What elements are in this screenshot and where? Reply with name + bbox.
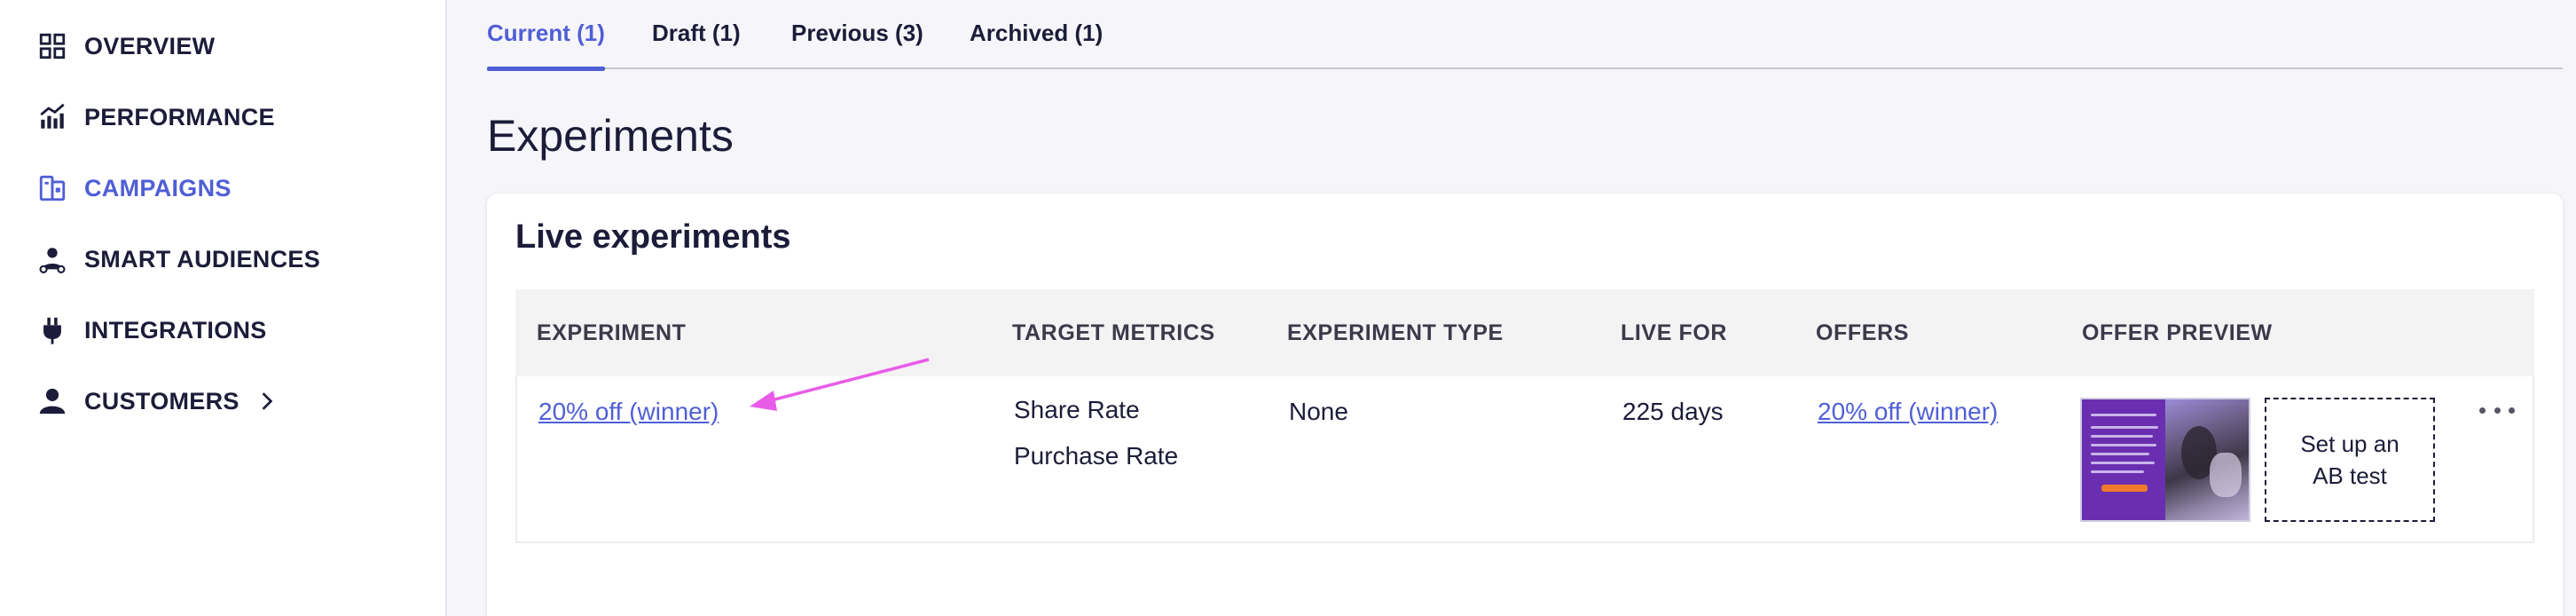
sidebar-item-label: INTEGRATIONS — [84, 316, 267, 344]
audience-icon — [35, 242, 69, 276]
offer-preview-text-panel — [2082, 399, 2165, 520]
page-title: Experiments — [487, 111, 734, 161]
experiment-link[interactable]: 20% off (winner) — [538, 398, 719, 426]
tab-bar: Current (1) Draft (1) Previous (3) Archi… — [487, 0, 2563, 71]
tab-current[interactable]: Current (1) — [487, 20, 605, 71]
table-row: 20% off (winner) Share Rate Purchase Rat… — [515, 376, 2534, 543]
chevron-right-icon — [259, 391, 275, 411]
tab-archived[interactable]: Archived (1) — [970, 20, 1103, 69]
tab-draft[interactable]: Draft (1) — [652, 20, 741, 69]
more-options-icon[interactable] — [2479, 399, 2515, 421]
plug-icon — [35, 313, 69, 347]
sidebar-item-overview[interactable]: OVERVIEW — [35, 20, 215, 73]
setup-ab-test-button[interactable]: Set up an AB test — [2265, 398, 2435, 522]
sidebar: OVERVIEW PERFORMANCE CAMPAIGNS SMART AUD… — [0, 0, 447, 616]
column-header-experiment: EXPERIMENT — [537, 320, 687, 345]
metric-share-rate: Share Rate — [1014, 396, 1140, 423]
column-header-target-metrics: TARGET METRICS — [1012, 320, 1215, 345]
sidebar-item-label: CAMPAIGNS — [84, 174, 232, 201]
tab-previous[interactable]: Previous (3) — [791, 20, 923, 69]
target-metrics-cell: Share Rate Purchase Rate — [1014, 387, 1178, 479]
sidebar-item-label: PERFORMANCE — [84, 103, 275, 130]
chart-icon — [35, 100, 69, 134]
sidebar-item-campaigns[interactable]: CAMPAIGNS — [35, 162, 232, 215]
offer-preview-thumbnail[interactable] — [2080, 398, 2250, 522]
column-header-live-for: LIVE FOR — [1621, 320, 1728, 345]
experiment-type-cell: None — [1289, 398, 1348, 425]
card-title: Live experiments — [515, 218, 791, 256]
table-header: EXPERIMENT TARGET METRICS EXPERIMENT TYP… — [515, 289, 2534, 376]
live-experiments-card: Live experiments EXPERIMENT TARGET METRI… — [487, 193, 2563, 616]
live-for-cell: 225 days — [1622, 398, 1724, 425]
sidebar-item-label: OVERVIEW — [84, 32, 216, 59]
column-header-offer-preview: OFFER PREVIEW — [2082, 320, 2273, 345]
column-header-offers: OFFERS — [1816, 320, 1909, 345]
grid-icon — [35, 29, 69, 63]
offer-preview-cta — [2101, 485, 2148, 492]
sidebar-item-performance[interactable]: PERFORMANCE — [35, 91, 275, 144]
sidebar-item-label: SMART AUDIENCES — [84, 245, 321, 272]
offer-preview-photo — [2165, 399, 2249, 520]
sidebar-item-smart-audiences[interactable]: SMART AUDIENCES — [35, 233, 320, 286]
metric-purchase-rate: Purchase Rate — [1014, 442, 1179, 470]
column-header-experiment-type: EXPERIMENT TYPE — [1287, 320, 1504, 345]
campaigns-icon — [35, 171, 69, 205]
sidebar-item-integrations[interactable]: INTEGRATIONS — [35, 304, 267, 357]
sidebar-item-customers[interactable]: CUSTOMERS — [35, 375, 275, 428]
offer-link[interactable]: 20% off (winner) — [1818, 398, 1998, 426]
sidebar-item-label: CUSTOMERS — [84, 387, 240, 415]
experiments-table: EXPERIMENT TARGET METRICS EXPERIMENT TYP… — [515, 289, 2534, 543]
person-icon — [35, 384, 69, 418]
